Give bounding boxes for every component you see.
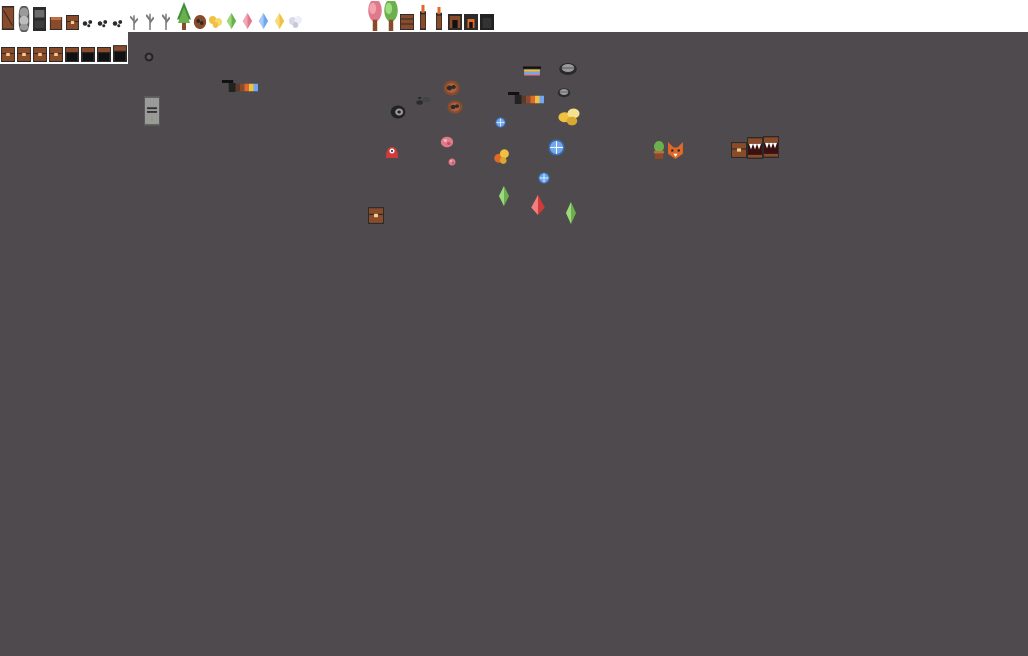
ore-rock-icon [443, 80, 460, 96]
red-slime-icon [384, 143, 400, 159]
sprout-icon [160, 10, 172, 30]
crystal-icon [288, 13, 303, 29]
pebbles-icon [97, 16, 109, 28]
ore-rock-icon [448, 158, 456, 166]
gold-nugget-icon [557, 106, 581, 126]
torch-icon [433, 7, 445, 30]
dark-terminal-icon [33, 7, 46, 31]
gold-nugget-icon [492, 147, 510, 165]
chest-row-icon [97, 46, 111, 62]
gray-coin-stack-icon [18, 6, 30, 32]
mimic-chest-icon [747, 137, 763, 159]
potted-plant-icon [651, 141, 667, 159]
chest-row-icon [17, 46, 31, 62]
pebbles-icon [82, 16, 94, 28]
flower-icon [208, 13, 223, 29]
ore-rock-icon [440, 136, 454, 148]
furnace-icon [480, 14, 494, 30]
chest-row-icon [113, 44, 127, 62]
flower-icon [193, 14, 207, 30]
blue-orb-icon [538, 172, 550, 184]
fox-icon [667, 142, 684, 159]
brown-door-icon [1, 6, 15, 30]
mimic-chest-icon [763, 136, 779, 158]
green-crystal-icon [496, 186, 512, 206]
chest-row-icon [33, 46, 47, 62]
crystal-icon [240, 13, 255, 29]
torch-icon [417, 5, 429, 30]
furnace-icon [448, 14, 462, 30]
crystal-icon [256, 13, 271, 29]
chest-row-icon [65, 46, 79, 62]
blue-orb-icon [495, 117, 506, 128]
gradient-bar-icon [222, 80, 258, 92]
ore-rock-icon [447, 100, 463, 114]
stump-icon [49, 14, 63, 30]
green-tree-icon [382, 1, 400, 31]
crystal-icon [272, 13, 287, 29]
tree-icon [176, 2, 192, 30]
chest-icon [66, 14, 79, 30]
gradient-bar-icon [508, 92, 544, 104]
crate-icon [400, 14, 414, 30]
ore-rock-icon [557, 86, 571, 98]
chest-row-icon [49, 46, 63, 62]
ore-rock-icon [414, 95, 432, 107]
sprout-icon [144, 10, 156, 30]
mimic-chest-icon [731, 141, 747, 158]
computer-tower-icon [144, 96, 160, 126]
chest-row-icon [1, 46, 15, 62]
chest-icon [368, 206, 384, 224]
ore-rock-icon [389, 104, 407, 120]
chest-row-icon [81, 46, 95, 62]
furnace-icon [464, 14, 478, 30]
pebbles-icon [112, 16, 124, 28]
ore-rock-icon [558, 60, 578, 76]
green-crystal-icon [563, 202, 579, 224]
blue-orb-icon [548, 139, 565, 156]
sprite-sheet-canvas: { "sheet": { "background_color": "#4e4a4… [0, 0, 1028, 656]
ore-rock-icon [144, 52, 154, 62]
sprout-icon [128, 12, 140, 30]
crystal-icon [224, 13, 239, 29]
red-crystal-icon [529, 195, 547, 215]
gradient-bar-icon [523, 65, 541, 77]
